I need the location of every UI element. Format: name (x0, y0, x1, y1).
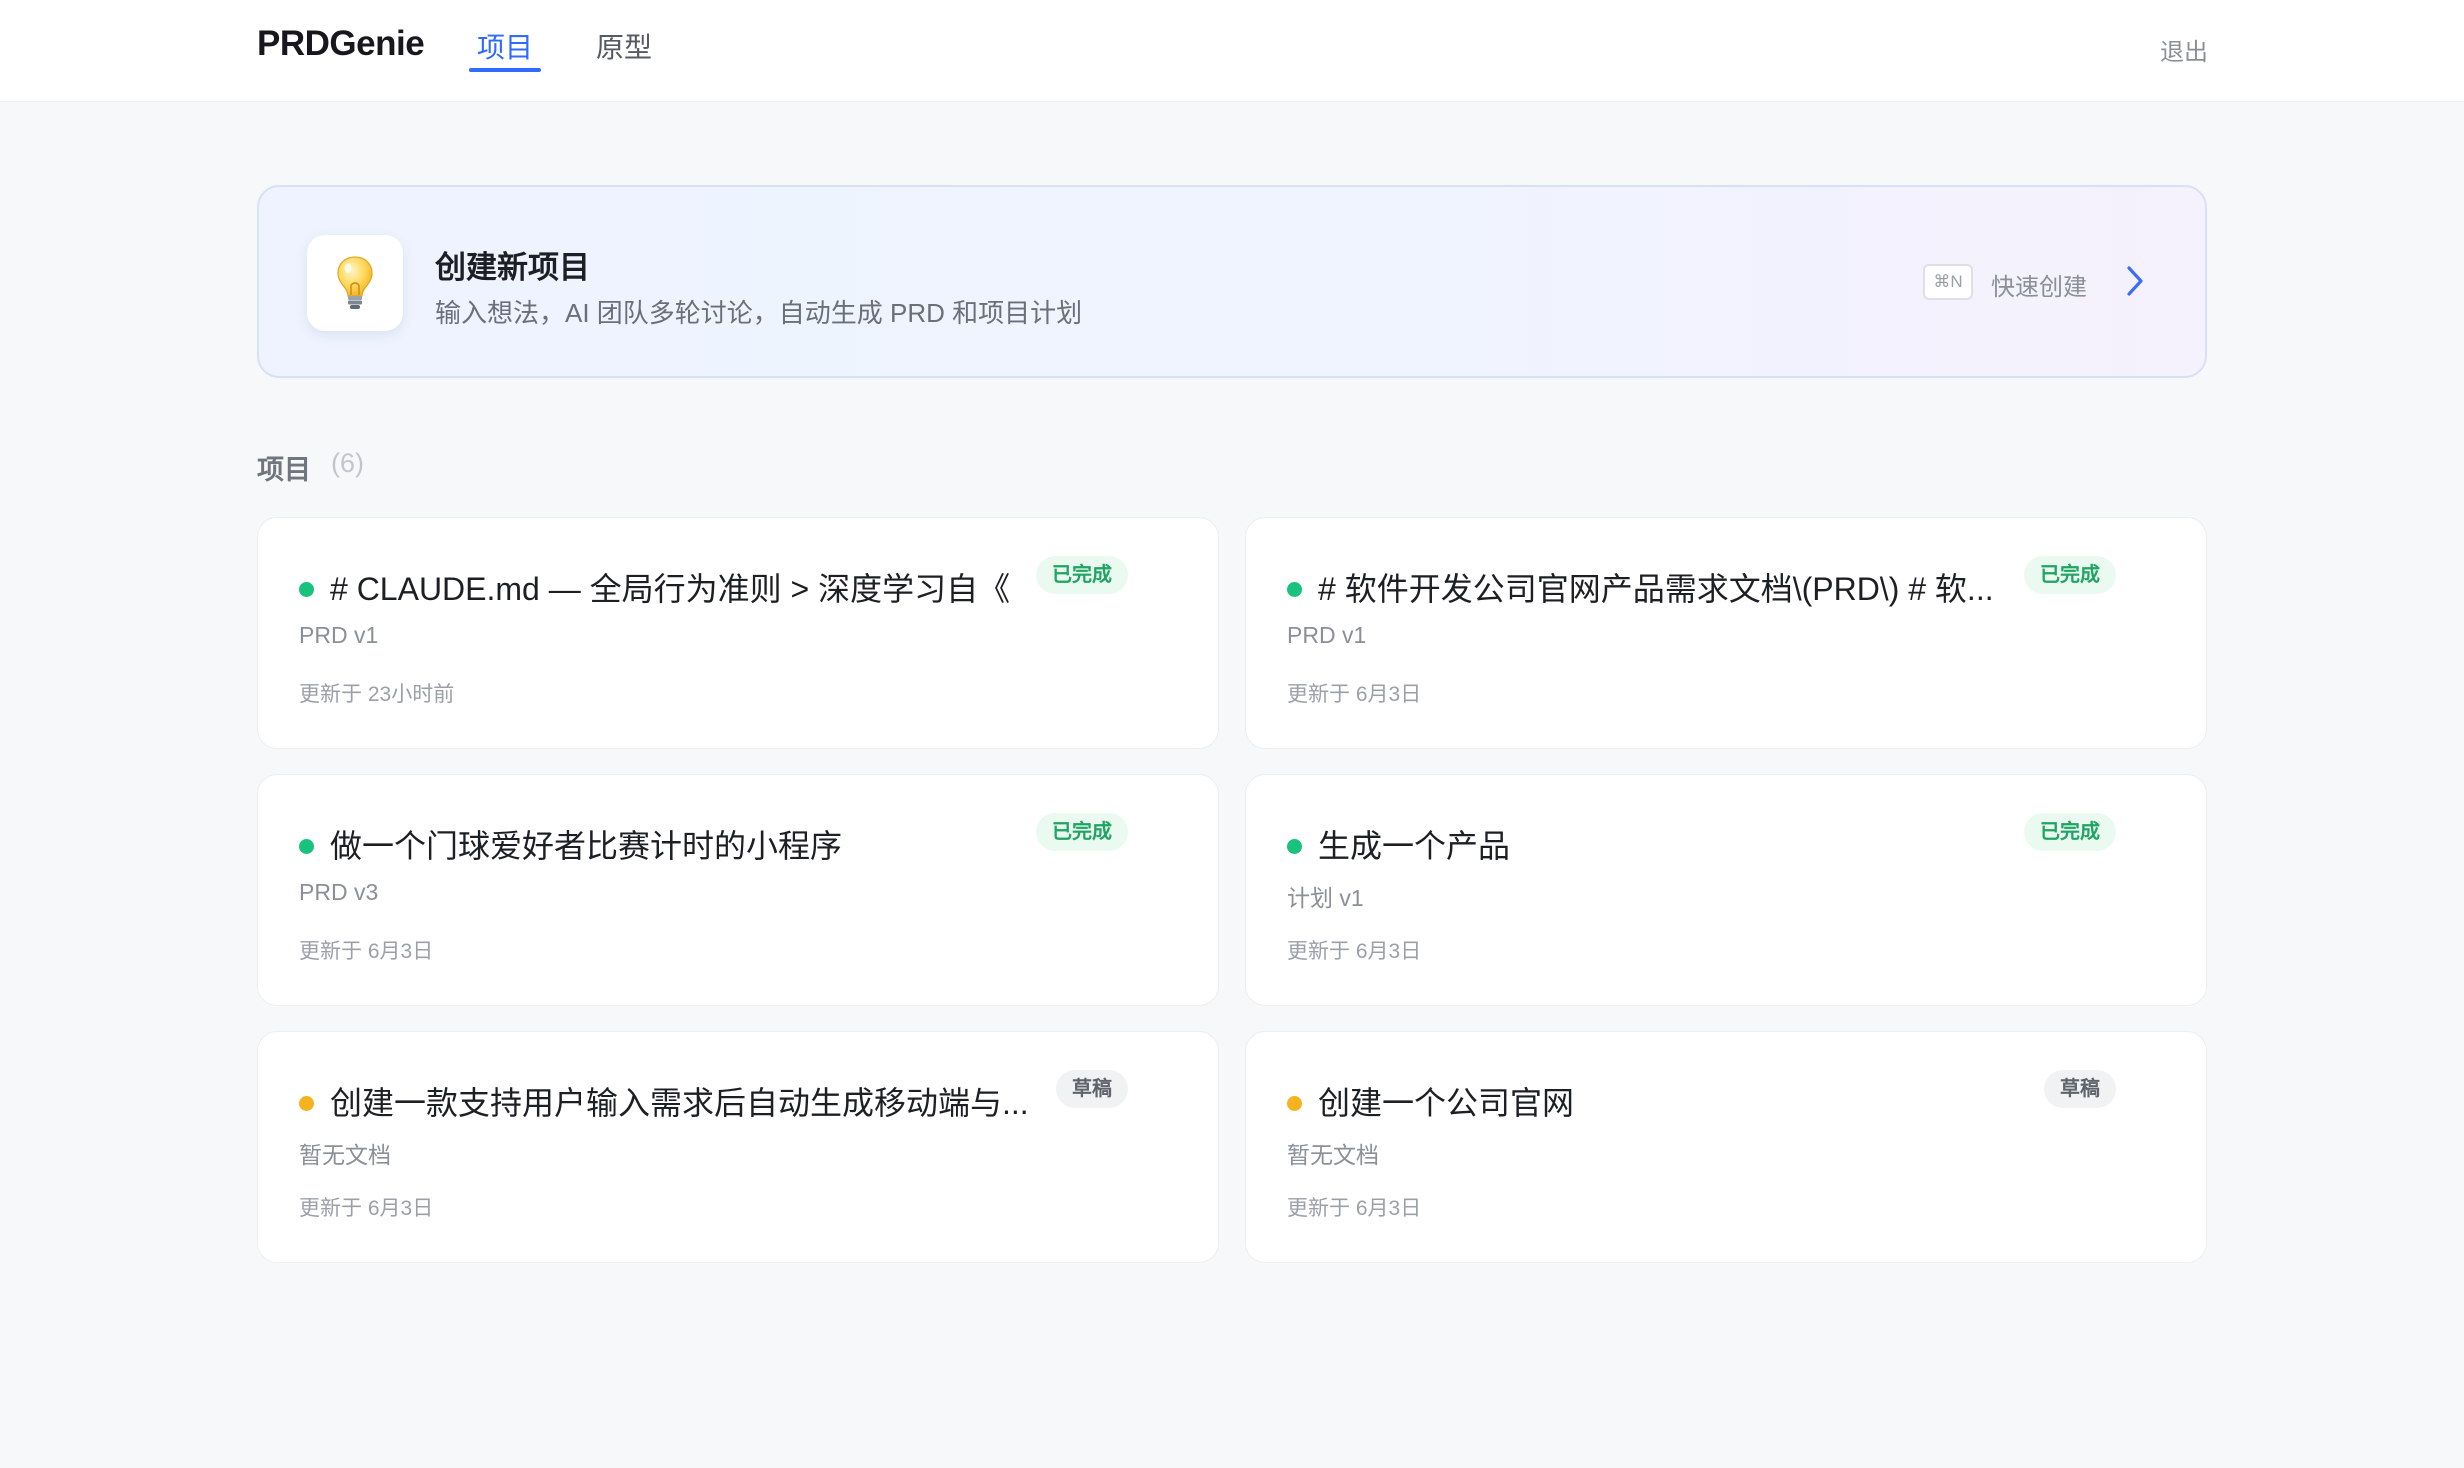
tab-projects-label: 项目 (477, 32, 534, 63)
status-badge: 已完成 (1036, 556, 1128, 594)
status-dot (1287, 1096, 1302, 1111)
project-updated-time: 更新于 6月3日 (1287, 683, 1422, 706)
project-card[interactable]: # CLAUDE.md — 全局行为准则 > 深度学习自《 已完成 PRD v1… (257, 517, 1219, 749)
project-title: 生成一个产品 (1318, 828, 1511, 864)
project-card[interactable]: # 软件开发公司官网产品需求文档\(PRD\) # 软... 已完成 PRD v… (1245, 517, 2207, 749)
status-dot (299, 1096, 314, 1111)
project-card[interactable]: 做一个门球爱好者比赛计时的小程序 已完成 PRD v3 更新于 6月3日 (257, 774, 1219, 1006)
project-title: 创建一个公司官网 (1318, 1085, 1575, 1121)
lightbulb-icon-box (307, 235, 403, 331)
status-dot (1287, 839, 1302, 854)
project-title: 做一个门球爱好者比赛计时的小程序 (330, 828, 843, 864)
project-card[interactable]: 生成一个产品 已完成 计划 v1 更新于 6月3日 (1245, 774, 2207, 1006)
status-dot (299, 582, 314, 597)
keyboard-shortcut-badge: ⌘N (1923, 264, 1973, 300)
tab-prototypes-label: 原型 (596, 32, 653, 63)
tab-projects[interactable]: 项目 (469, 26, 542, 72)
project-updated-time: 更新于 6月3日 (1287, 1197, 1422, 1220)
status-badge: 草稿 (2044, 1070, 2116, 1108)
status-badge: 草稿 (1056, 1070, 1128, 1108)
project-title: # CLAUDE.md — 全局行为准则 > 深度学习自《 (330, 571, 1011, 607)
status-badge: 已完成 (2024, 813, 2116, 851)
create-project-description: 输入想法，AI 团队多轮讨论，自动生成 PRD 和项目计划 (435, 298, 1083, 328)
status-dot (299, 839, 314, 854)
status-badge: 已完成 (1036, 813, 1128, 851)
create-project-title: 创建新项目 (435, 250, 590, 285)
project-updated-time: 更新于 6月3日 (1287, 940, 1422, 963)
project-document: 暂无文档 (1287, 1142, 1379, 1168)
projects-section-title: 项目 (257, 455, 311, 485)
project-card[interactable]: 创建一个公司官网 草稿 暂无文档 更新于 6月3日 (1245, 1031, 2207, 1263)
top-nav-bar: PRDGenie 项目 原型 退出 (0, 0, 2464, 102)
project-document: PRD v1 (1287, 622, 1367, 648)
project-updated-time: 更新于 6月3日 (299, 940, 434, 963)
project-title: # 软件开发公司官网产品需求文档\(PRD\) # 软... (1318, 571, 1994, 607)
logout-button[interactable]: 退出 (2160, 32, 2208, 67)
project-document: 暂无文档 (299, 1142, 391, 1168)
project-document: 计划 v1 (1287, 885, 1364, 911)
app-logo[interactable]: PRDGenie (257, 24, 425, 64)
create-project-card[interactable]: 创建新项目 输入想法，AI 团队多轮讨论，自动生成 PRD 和项目计划 ⌘N 快… (257, 185, 2207, 378)
project-updated-time: 更新于 23小时前 (299, 683, 455, 706)
active-tab-indicator (469, 68, 542, 72)
project-updated-time: 更新于 6月3日 (299, 1197, 434, 1220)
status-dot (1287, 582, 1302, 597)
quick-create-label[interactable]: 快速创建 (1991, 267, 2087, 302)
projects-count: (6) (331, 448, 364, 478)
project-document: PRD v1 (299, 622, 379, 648)
project-card[interactable]: 创建一款支持用户输入需求后自动生成移动端与... 草稿 暂无文档 更新于 6月3… (257, 1031, 1219, 1263)
project-document: PRD v3 (299, 879, 379, 905)
chevron-right-icon[interactable] (2125, 264, 2145, 298)
lightbulb-icon (337, 256, 373, 309)
tab-prototypes[interactable]: 原型 (596, 26, 652, 66)
project-title: 创建一款支持用户输入需求后自动生成移动端与... (330, 1085, 1029, 1121)
status-badge: 已完成 (2024, 556, 2116, 594)
